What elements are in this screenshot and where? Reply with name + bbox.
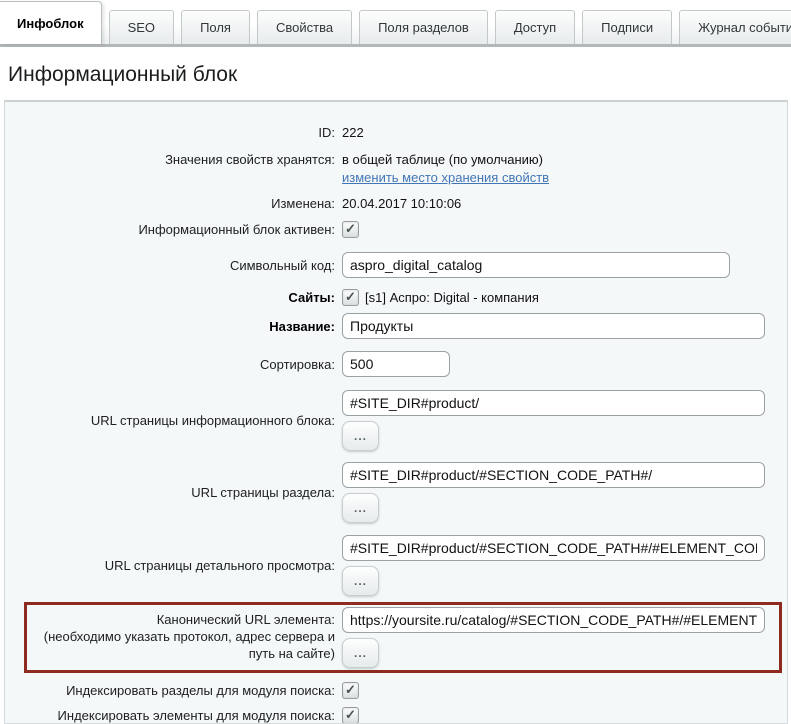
name-label: Название: bbox=[5, 318, 335, 335]
tab-access[interactable]: Доступ bbox=[495, 10, 575, 44]
field-row-sites: Сайты: ✓ [s1] Аспро: Digital - компания bbox=[5, 289, 787, 306]
tab-section-fields[interactable]: Поля разделов bbox=[359, 10, 488, 44]
tab-infoblock[interactable]: Инфоблок bbox=[0, 1, 102, 44]
field-row-storage: Значения свойств хранятся: в общей табли… bbox=[5, 151, 787, 186]
canonical-url-label: Канонический URL элемента: bbox=[27, 611, 335, 628]
field-row-code: Символьный код: bbox=[5, 252, 787, 278]
field-row-index-sections: Индексировать разделы для модуля поиска:… bbox=[5, 682, 787, 699]
detail-url-input[interactable] bbox=[342, 535, 765, 561]
field-row-canonical-url: Канонический URL элемента: (необходимо у… bbox=[27, 607, 779, 668]
storage-value-block: в общей таблице (по умолчанию) изменить … bbox=[342, 151, 549, 186]
field-row-sort: Сортировка: bbox=[5, 351, 787, 377]
list-url-input[interactable] bbox=[342, 390, 765, 416]
name-input[interactable] bbox=[342, 313, 765, 339]
field-row-section-url: URL страницы раздела: ... bbox=[5, 462, 787, 523]
detail-url-browse-button[interactable]: ... bbox=[342, 566, 379, 596]
storage-value: в общей таблице (по умолчанию) bbox=[342, 151, 549, 168]
canonical-url-input[interactable] bbox=[342, 607, 765, 633]
code-label: Символьный код: bbox=[5, 257, 335, 274]
id-value: 222 bbox=[342, 124, 364, 141]
page-title: Информационный блок bbox=[8, 62, 791, 88]
tab-properties[interactable]: Свойства bbox=[257, 10, 352, 44]
canonical-url-note-line2: путь на сайте) bbox=[27, 645, 335, 662]
detail-url-label: URL страницы детального просмотра: bbox=[5, 557, 335, 574]
index-elements-checkbox[interactable]: ✓ bbox=[342, 707, 359, 724]
modified-value: 20.04.2017 10:10:06 bbox=[342, 195, 461, 212]
field-row-id: ID: 222 bbox=[5, 124, 787, 141]
section-url-label: URL страницы раздела: bbox=[5, 484, 335, 501]
canonical-url-label-block: Канонический URL элемента: (необходимо у… bbox=[27, 607, 335, 662]
id-label: ID: bbox=[5, 124, 335, 141]
section-url-browse-button[interactable]: ... bbox=[342, 493, 379, 523]
field-row-modified: Изменена: 20.04.2017 10:10:06 bbox=[5, 195, 787, 212]
active-checkbox[interactable]: ✓ bbox=[342, 221, 359, 238]
active-value: ✓ bbox=[342, 221, 359, 238]
sort-input[interactable] bbox=[342, 351, 450, 377]
modified-label: Изменена: bbox=[5, 195, 335, 212]
list-url-label: URL страницы информационного блока: bbox=[5, 412, 335, 429]
check-icon: ✓ bbox=[345, 708, 356, 721]
symbolic-code-input[interactable] bbox=[342, 252, 730, 278]
tab-seo[interactable]: SEO bbox=[109, 10, 174, 44]
section-url-input[interactable] bbox=[342, 462, 765, 488]
form-panel: ID: 222 Значения свойств хранятся: в общ… bbox=[4, 100, 788, 724]
change-storage-link[interactable]: изменить место хранения свойств bbox=[342, 169, 549, 186]
canonical-url-browse-button[interactable]: ... bbox=[342, 638, 379, 668]
index-sections-label: Индексировать разделы для модуля поиска: bbox=[5, 682, 335, 699]
field-row-index-elements: Индексировать элементы для модуля поиска… bbox=[5, 707, 787, 724]
check-icon: ✓ bbox=[345, 222, 356, 235]
field-row-list-url: URL страницы информационного блока: ... bbox=[5, 390, 787, 451]
tab-fields[interactable]: Поля bbox=[181, 10, 250, 44]
field-row-name: Название: bbox=[5, 313, 787, 339]
list-url-browse-button[interactable]: ... bbox=[342, 421, 379, 451]
tab-event-log[interactable]: Журнал событий bbox=[679, 10, 791, 44]
check-icon: ✓ bbox=[345, 290, 356, 303]
field-row-active: Информационный блок активен: ✓ bbox=[5, 221, 787, 238]
storage-label: Значения свойств хранятся: bbox=[5, 151, 335, 168]
check-icon: ✓ bbox=[345, 683, 356, 696]
canonical-url-highlight-box: Канонический URL элемента: (необходимо у… bbox=[24, 602, 782, 673]
sites-label: Сайты: bbox=[5, 289, 335, 306]
infoblock-edit-screen: Инфоблок SEO Поля Свойства Поля разделов… bbox=[0, 0, 791, 724]
field-row-detail-url: URL страницы детального просмотра: ... bbox=[5, 535, 787, 596]
sort-label: Сортировка: bbox=[5, 356, 335, 373]
index-sections-checkbox[interactable]: ✓ bbox=[342, 682, 359, 699]
site-s1-checkbox[interactable]: ✓ bbox=[342, 289, 359, 306]
index-elements-label: Индексировать элементы для модуля поиска… bbox=[5, 707, 335, 724]
tab-captions[interactable]: Подписи bbox=[582, 10, 672, 44]
active-label: Информационный блок активен: bbox=[5, 221, 335, 238]
canonical-url-note-line1: (необходимо указать протокол, адрес серв… bbox=[27, 628, 335, 645]
site-s1-label: [s1] Аспро: Digital - компания bbox=[365, 289, 539, 306]
tab-bar: Инфоблок SEO Поля Свойства Поля разделов… bbox=[0, 0, 791, 47]
